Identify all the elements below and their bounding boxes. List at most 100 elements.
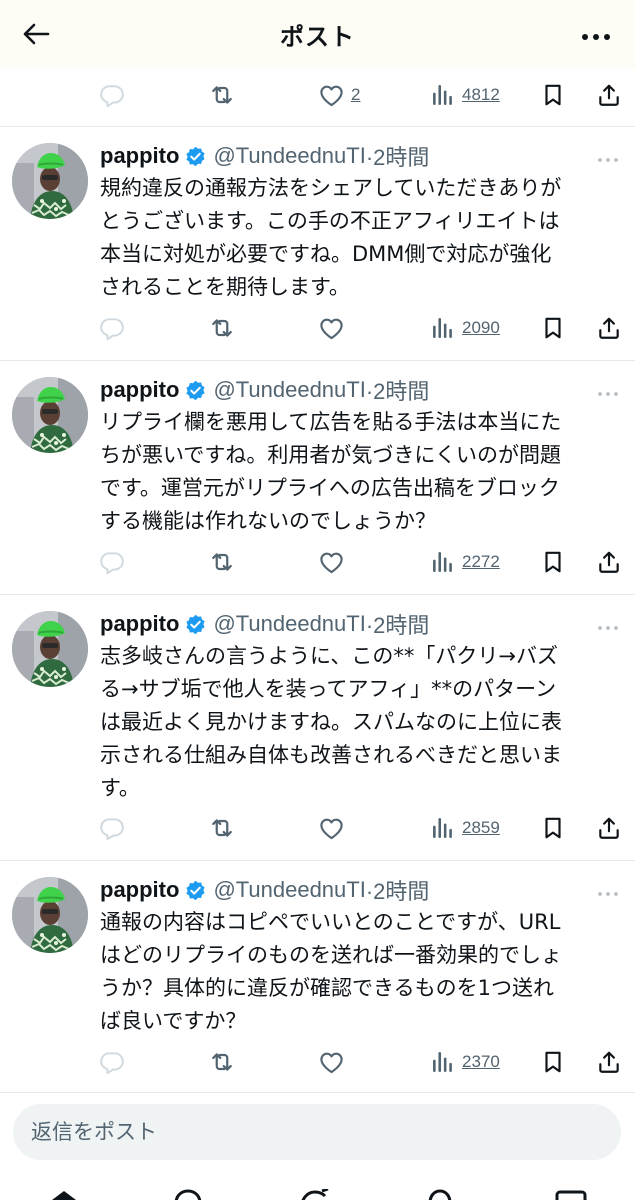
user-handle[interactable]: @TundeednuTI	[213, 143, 365, 169]
notifications-icon[interactable]	[424, 1188, 456, 1200]
views-button[interactable]: 2859	[430, 808, 500, 848]
reply-post[interactable]: pappito @TundeednuTI ·2時間 志多岐さんの言うように、この…	[0, 595, 635, 861]
bar-chart-icon	[430, 1049, 456, 1075]
more-options-button[interactable]	[579, 20, 613, 50]
display-name[interactable]: pappito	[100, 377, 179, 403]
views-button[interactable]: 2370	[430, 1042, 500, 1082]
bar-chart-icon	[430, 82, 456, 108]
reply-icon	[99, 549, 125, 575]
more-dots-icon[interactable]	[596, 617, 620, 636]
bottom-nav	[0, 1178, 635, 1200]
like-button[interactable]: 2	[318, 75, 360, 115]
like-button[interactable]	[318, 542, 345, 582]
like-count: 2	[351, 85, 361, 104]
messages-icon[interactable]	[554, 1188, 588, 1200]
verified-badge-icon	[184, 879, 207, 902]
repost-button[interactable]	[208, 808, 236, 848]
bookmark-button[interactable]	[540, 1042, 566, 1082]
share-icon	[596, 82, 622, 108]
verified-badge-icon	[184, 145, 207, 168]
views-button[interactable]: 4812	[430, 75, 500, 115]
avatar[interactable]	[12, 877, 88, 953]
repost-button[interactable]	[208, 542, 236, 582]
display-name[interactable]: pappito	[100, 877, 179, 903]
heart-icon	[318, 815, 345, 842]
bar-chart-icon	[430, 815, 456, 841]
like-button[interactable]	[318, 308, 345, 348]
avatar[interactable]	[12, 143, 88, 219]
share-button[interactable]	[596, 808, 622, 848]
share-icon	[596, 549, 622, 575]
bar-chart-icon	[430, 549, 456, 575]
view-count: 2272	[462, 552, 500, 571]
view-count: 2090	[462, 318, 500, 337]
user-handle[interactable]: @TundeednuTI	[213, 877, 365, 903]
home-icon[interactable]	[46, 1188, 82, 1200]
post-header: pappito @TundeednuTI ·2時間	[100, 375, 429, 405]
reply-icon	[99, 815, 125, 841]
user-handle[interactable]: @TundeednuTI	[213, 377, 365, 403]
repost-button[interactable]	[208, 1042, 236, 1082]
avatar[interactable]	[12, 611, 88, 687]
share-button[interactable]	[596, 542, 622, 582]
user-handle[interactable]: @TundeednuTI	[213, 611, 365, 637]
display-name[interactable]: pappito	[100, 143, 179, 169]
grok-icon[interactable]	[298, 1187, 332, 1200]
post-time: ·2時間	[365, 145, 430, 170]
heart-icon	[318, 315, 345, 342]
post-header: pappito @TundeednuTI ·2時間	[100, 141, 429, 171]
post-actions-bar: 2272	[0, 542, 635, 582]
reply-button[interactable]	[99, 1042, 125, 1082]
more-dots-icon[interactable]	[596, 149, 620, 168]
reply-button[interactable]	[99, 808, 125, 848]
reply-input[interactable]	[31, 1120, 591, 1144]
bookmark-button[interactable]	[540, 308, 566, 348]
display-name[interactable]: pappito	[100, 611, 179, 637]
heart-icon	[318, 82, 345, 109]
repost-icon	[208, 814, 236, 842]
reply-composer[interactable]	[13, 1104, 621, 1160]
views-button[interactable]: 2090	[430, 308, 500, 348]
repost-button[interactable]	[208, 308, 236, 348]
post-text: 志多岐さんの言うように、この**「パクリ→バズ る→サブ垢で他人を装ってアフィ」…	[100, 644, 562, 800]
more-dots-icon[interactable]	[596, 883, 620, 902]
post-actions-bar: 2 4812	[0, 75, 635, 115]
avatar[interactable]	[12, 377, 88, 453]
view-count: 2370	[462, 1052, 500, 1071]
bookmark-icon	[540, 82, 566, 108]
repost-icon	[208, 1048, 236, 1076]
share-button[interactable]	[596, 75, 622, 115]
bookmark-button[interactable]	[540, 808, 566, 848]
share-button[interactable]	[596, 1042, 622, 1082]
arrow-left-icon	[22, 22, 50, 50]
reply-button[interactable]	[99, 308, 125, 348]
bookmark-button[interactable]	[540, 542, 566, 582]
views-button[interactable]: 2272	[430, 542, 500, 582]
bookmark-button[interactable]	[540, 75, 566, 115]
bookmark-icon	[540, 549, 566, 575]
more-dots-icon[interactable]	[596, 383, 620, 402]
post-actions-bar: 2859	[0, 808, 635, 848]
reply-post[interactable]: pappito @TundeednuTI ·2時間 規約違反の通報方法をシェアし…	[0, 127, 635, 361]
page-title: ポスト	[280, 23, 355, 51]
reply-icon	[99, 82, 125, 108]
reply-post[interactable]: pappito @TundeednuTI ·2時間 通報の内容はコピペでいいとの…	[0, 861, 635, 1093]
share-icon	[596, 1049, 622, 1075]
search-icon[interactable]	[172, 1188, 204, 1200]
reply-button[interactable]	[99, 542, 125, 582]
like-button[interactable]	[318, 1042, 345, 1082]
top-bar: ポスト	[0, 0, 635, 68]
repost-icon	[208, 314, 236, 342]
post-header: pappito @TundeednuTI ·2時間	[100, 609, 429, 639]
back-button[interactable]	[20, 20, 52, 52]
view-count: 2859	[462, 818, 500, 837]
post-actions-bar: 2090	[0, 308, 635, 348]
bookmark-icon	[540, 815, 566, 841]
like-button[interactable]	[318, 808, 345, 848]
post-time: ·2時間	[365, 613, 430, 638]
repost-button[interactable]	[208, 75, 236, 115]
post-text: リプライ欄を悪用して広告を貼る手法は本当にた ちが悪いですね。利用者が気づきにく…	[100, 410, 562, 533]
reply-post[interactable]: pappito @TundeednuTI ·2時間 リプライ欄を悪用して広告を貼…	[0, 361, 635, 595]
share-button[interactable]	[596, 308, 622, 348]
reply-button[interactable]	[99, 75, 125, 115]
